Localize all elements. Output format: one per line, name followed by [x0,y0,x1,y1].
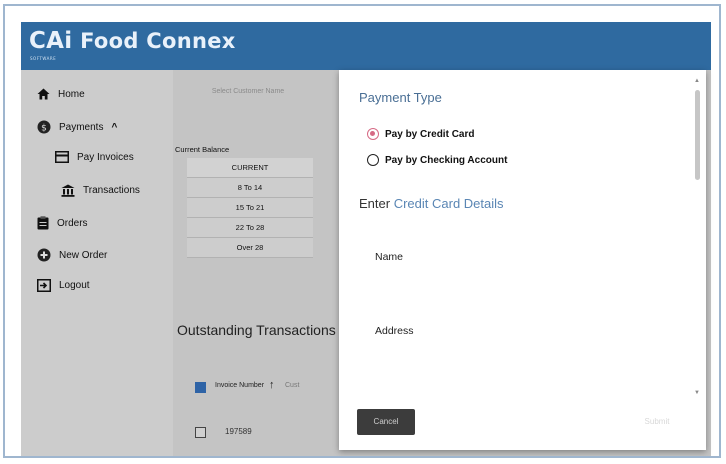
brand-logo[interactable]: CAi Food Connex SOFTWARE [29,28,236,61]
bank-icon [61,184,75,197]
sidebar-item-label: Orders [57,217,88,229]
brand-prefix: CAi [29,28,73,54]
home-icon [37,88,50,100]
select-all-checkbox[interactable] [195,382,206,393]
aging-row: Over 28 [187,238,313,258]
aging-row: 15 To 21 [187,198,313,218]
sidebar-item-label: Pay Invoices [77,151,134,163]
radio-checking-account[interactable]: Pay by Checking Account [367,154,507,166]
sidebar-item-pay-invoices[interactable]: Pay Invoices [55,151,134,163]
sidebar-item-home[interactable]: Home [37,88,85,100]
outstanding-transactions-title: Outstanding Transactions [177,322,336,338]
chevron-up-icon: ^ [111,121,118,133]
clipboard-icon [37,216,49,230]
sort-arrow-up-icon[interactable]: ↑ [269,379,275,391]
brand-tagline: SOFTWARE [30,56,57,61]
current-balance-label: Current Balance [175,145,230,154]
sidebar-item-transactions[interactable]: Transactions [61,184,140,197]
sidebar-item-orders[interactable]: Orders [37,216,88,230]
screenshot-frame: CAi Food Connex SOFTWARE Home $ Payments… [3,4,721,458]
customer-select[interactable]: Select Customer Name [173,82,323,102]
brand-name: Food Connex [80,29,236,53]
plus-circle-icon [37,248,51,262]
column-header-invoice-number[interactable]: Invoice Number [215,382,264,389]
heading-accent: Credit Card Details [393,196,504,211]
radio-credit-card[interactable]: Pay by Credit Card [367,128,474,140]
radio-label: Pay by Checking Account [385,154,508,166]
column-header-customer[interactable]: Cust [285,382,299,389]
aging-row: 8 To 14 [187,178,313,198]
scroll-up-arrow[interactable]: ▲ [694,78,700,84]
cancel-button[interactable]: Cancel [357,409,415,435]
top-bar: CAi Food Connex SOFTWARE [21,22,711,70]
name-field-label[interactable]: Name [375,251,403,263]
credit-card-icon [55,151,69,163]
sidebar-item-label: Home [58,88,85,100]
table-cell-invoice: 197589 [225,427,252,436]
sidebar-item-logout[interactable]: Logout [37,279,90,292]
row-checkbox[interactable] [195,427,206,438]
payment-type-title: Payment Type [359,90,442,105]
heading-prefix: Enter [359,196,391,211]
sidebar-item-label: Logout [59,280,90,291]
credit-card-details-heading: Enter Credit Card Details [359,196,504,211]
submit-button[interactable]: Submit [625,409,689,435]
sidebar-item-label: Payments [59,121,104,133]
dollar-circle-icon: $ [37,120,51,134]
aging-table: CURRENT 8 To 14 15 To 21 22 To 28 Over 2… [187,158,313,258]
radio-label: Pay by Credit Card [385,128,475,140]
sidebar-item-label: Transactions [83,185,140,196]
sidebar-item-label: New Order [59,249,108,261]
sidebar: Home $ Payments ^ Pay Invoices Transacti… [21,70,173,456]
logout-icon [37,279,51,292]
sidebar-item-new-order[interactable]: New Order [37,248,107,262]
aging-row: 22 To 28 [187,218,313,238]
radio-unselected-icon[interactable] [367,154,379,166]
modal-scrollbar-thumb[interactable] [695,90,700,180]
sidebar-item-payments[interactable]: $ Payments ^ [37,120,117,134]
svg-text:$: $ [41,124,47,134]
address-field-label[interactable]: Address [375,325,414,337]
radio-selected-icon[interactable] [367,128,379,140]
aging-row: CURRENT [187,158,313,178]
scroll-down-arrow[interactable]: ▼ [694,390,700,396]
payment-modal: ▲ ▼ Payment Type Pay by Credit Card Pay … [339,70,706,450]
